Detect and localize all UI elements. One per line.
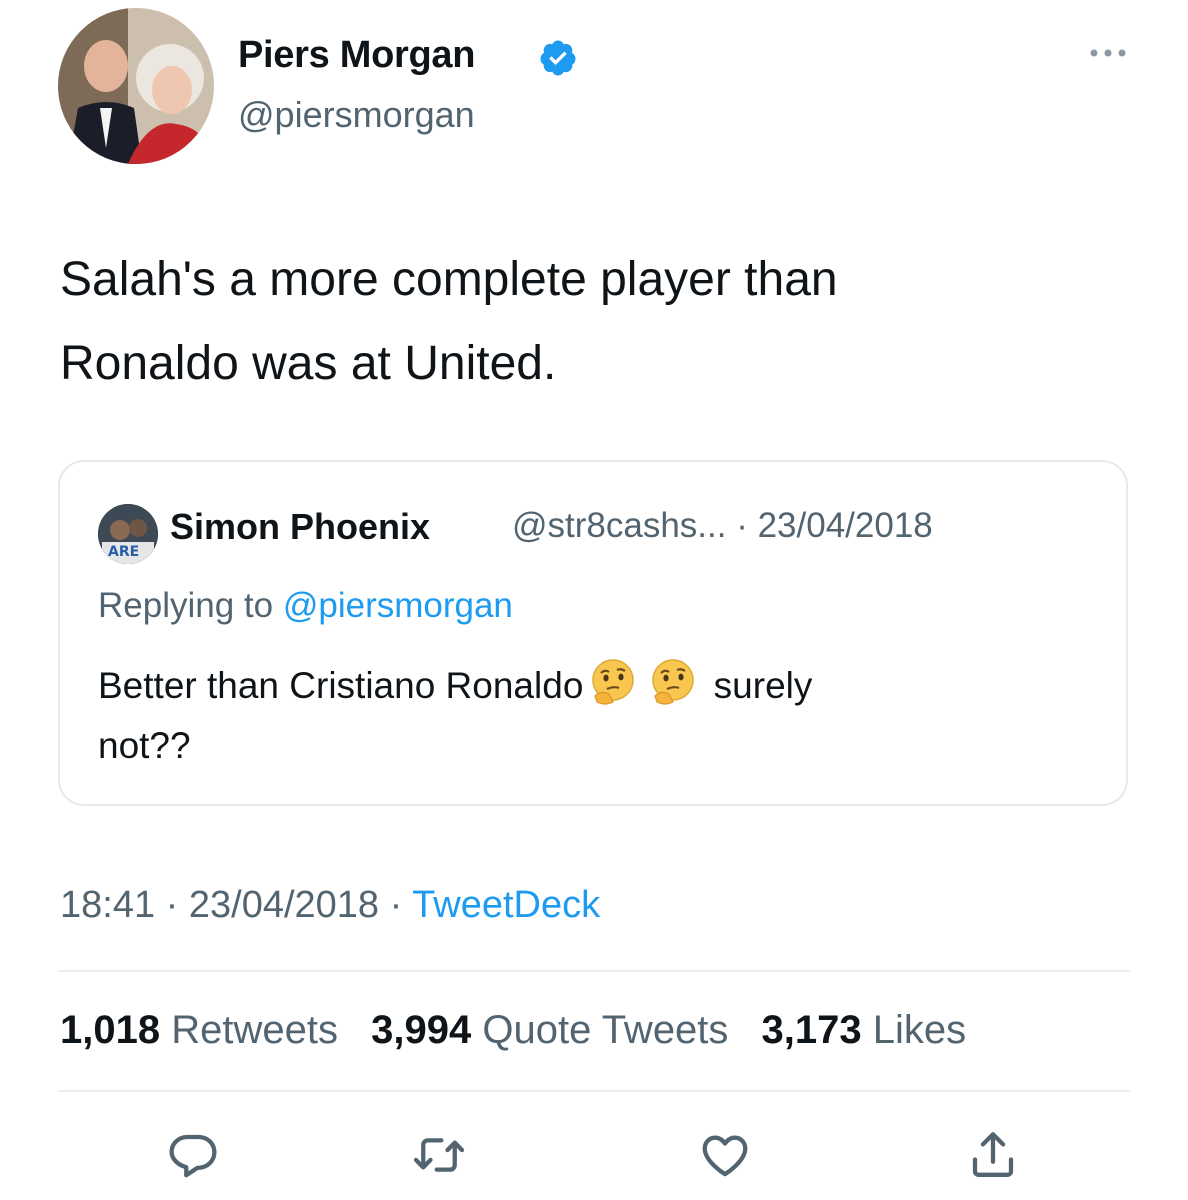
quoted-handle-date[interactable]: @str8cashs... · 23/04/2018	[512, 506, 933, 546]
quoted-text-after: surely	[703, 665, 813, 706]
share-icon[interactable]	[966, 1128, 1020, 1182]
retweets-stat[interactable]: 1,018 Retweets	[60, 1008, 338, 1052]
timestamp-time-date[interactable]: 18:41 · 23/04/2018 ·	[60, 884, 412, 926]
retweet-icon[interactable]	[412, 1128, 466, 1182]
quoted-text-line-2: not??	[98, 725, 191, 766]
tweet-source-link[interactable]: TweetDeck	[412, 884, 600, 926]
tweet-timestamp: 18:41 · 23/04/2018 · TweetDeck	[60, 884, 600, 927]
like-icon[interactable]	[698, 1128, 752, 1182]
quoted-text-line-1: Better than Cristiano Ronaldo surely	[98, 656, 1098, 716]
tweet-text: Salah's a more complete player than Rona…	[60, 238, 1140, 406]
author-handle[interactable]: @piersmorgan	[238, 94, 475, 136]
author-name[interactable]: Piers Morgan	[238, 34, 475, 77]
likes-stat[interactable]: 3,173 Likes	[762, 1008, 967, 1052]
retweets-label: Retweets	[171, 1008, 338, 1052]
thinking-face-icon	[592, 659, 635, 705]
replying-prefix: Replying to	[98, 586, 283, 625]
more-options-icon[interactable]	[1088, 46, 1128, 60]
quoted-text-before: Better than Cristiano Ronaldo	[98, 665, 584, 706]
svg-text:ARE: ARE	[108, 544, 139, 560]
likes-count: 3,173	[761, 1008, 862, 1052]
quoted-author-name[interactable]: Simon Phoenix	[170, 506, 430, 548]
quote-tweets-label: Quote Tweets	[482, 1008, 729, 1052]
tweet-text-line-1: Salah's a more complete player than	[60, 253, 838, 306]
retweets-count: 1,018	[60, 1008, 161, 1052]
replying-mention-link[interactable]: @piersmorgan	[283, 586, 513, 625]
quoted-author-avatar[interactable]: ARE	[98, 504, 158, 564]
likes-label: Likes	[872, 1008, 967, 1052]
verified-badge-icon	[540, 40, 576, 76]
reply-icon[interactable]	[166, 1128, 220, 1182]
thinking-face-icon	[652, 659, 695, 705]
author-avatar[interactable]	[58, 8, 214, 164]
quoted-replying-to: Replying to @piersmorgan	[98, 586, 513, 626]
engagement-stats: 1,018 Retweets 3,994 Quote Tweets 3,173 …	[60, 1008, 988, 1053]
divider-bottom	[58, 1090, 1130, 1092]
divider-top	[58, 970, 1130, 972]
quoted-tweet-text: Better than Cristiano Ronaldo surely not…	[98, 656, 1098, 776]
quote-tweets-stat[interactable]: 3,994 Quote Tweets	[371, 1008, 728, 1052]
quote-tweets-count: 3,994	[371, 1008, 472, 1052]
tweet-text-line-2: Ronaldo was at United.	[60, 337, 557, 390]
